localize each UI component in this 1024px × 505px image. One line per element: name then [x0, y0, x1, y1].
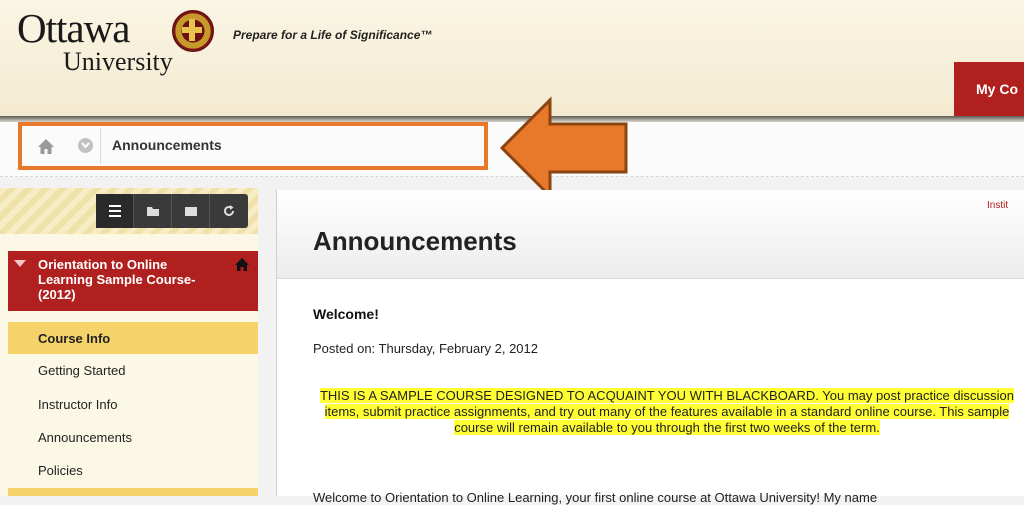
list-view-button[interactable]	[96, 194, 134, 228]
folder-icon	[147, 207, 159, 216]
institution-link[interactable]: Instit	[987, 200, 1008, 211]
page-title-band: Instit Announcements	[277, 190, 1024, 279]
logo-subtitle[interactable]: University	[63, 49, 173, 75]
course-title: Orientation to Online Learning Sample Co…	[38, 257, 196, 302]
refresh-button[interactable]	[210, 194, 248, 228]
refresh-icon	[224, 205, 234, 216]
menu-item-getting-started[interactable]: Getting Started	[8, 354, 258, 386]
tab-my-courses[interactable]: My Co	[954, 62, 1024, 116]
window-icon	[185, 207, 197, 216]
list-icon	[109, 205, 121, 217]
seal-crossbar-icon	[182, 27, 202, 33]
announcement-notice: THIS IS A SAMPLE COURSE DESIGNED TO ACQU…	[313, 388, 1021, 436]
menu-toolbar	[96, 194, 248, 228]
logo-wordmark[interactable]: Ottawa	[17, 8, 130, 49]
collapse-caret-icon[interactable]	[13, 259, 27, 269]
menu-item-policies[interactable]: Policies	[8, 454, 258, 486]
menu-item-announcements[interactable]: Announcements	[8, 421, 258, 453]
menu-item-next[interactable]	[8, 488, 258, 496]
content-area: Instit Announcements Welcome! Posted on:…	[276, 190, 1024, 505]
callout-arrow-icon	[499, 96, 628, 200]
announcement-posted-date: Posted on: Thursday, February 2, 2012	[313, 341, 538, 356]
course-home-icon[interactable]	[235, 258, 249, 271]
window-view-button[interactable]	[172, 194, 210, 228]
page-title: Announcements	[313, 226, 517, 256]
notice-text: THIS IS A SAMPLE COURSE DESIGNED TO ACQU…	[319, 388, 1015, 435]
menu-toolbar-area	[0, 188, 258, 234]
menu-item-instructor-info[interactable]: Instructor Info	[8, 388, 258, 420]
tagline: Prepare for a Life of Significance™	[233, 28, 433, 42]
folder-view-button[interactable]	[134, 194, 172, 228]
highlight-box	[18, 122, 488, 170]
menu-item-course-info[interactable]: Course Info	[8, 322, 258, 354]
course-menu: Orientation to Online Learning Sample Co…	[0, 188, 258, 496]
announcement-intro: Welcome to Orientation to Online Learnin…	[313, 490, 878, 505]
announcement-heading: Welcome!	[313, 306, 379, 322]
course-title-block[interactable]: Orientation to Online Learning Sample Co…	[8, 251, 258, 311]
